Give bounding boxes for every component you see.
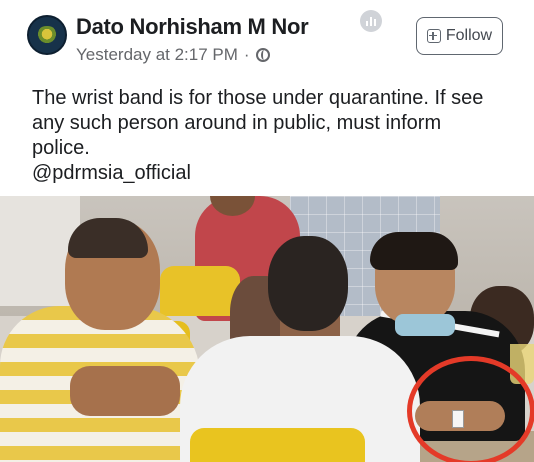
follow-label: Follow [445, 27, 493, 44]
avatar[interactable] [27, 15, 67, 55]
post-text: The wrist band is for those under quaran… [32, 86, 502, 186]
follow-button[interactable]: Follow [416, 17, 503, 55]
globe-icon [255, 48, 270, 62]
post-photo[interactable] [0, 196, 534, 462]
follow-plus-icon [426, 29, 441, 43]
post-header: Dato Norhisham M Nor Yesterday at 2:17 P… [0, 0, 534, 196]
post-meta: Yesterday at 2:17 PM · [76, 45, 270, 65]
meta-separator: · [243, 45, 250, 64]
post-timestamp[interactable]: Yesterday at 2:17 PM [76, 45, 238, 65]
photo-chair [190, 428, 365, 462]
photo-face-mask [395, 314, 455, 336]
stats-icon[interactable] [360, 10, 382, 32]
photo-man-right-hair [370, 232, 458, 270]
post-text-body: The wrist band is for those under quaran… [32, 87, 484, 159]
photo-man-center-head [268, 236, 348, 331]
post-text-mention[interactable]: @pdrmsia_official [32, 161, 502, 186]
photo-man-left-arm [70, 366, 180, 416]
photo-chair [160, 266, 240, 316]
highlight-circle [407, 356, 534, 462]
post-author[interactable]: Dato Norhisham M Nor [76, 14, 309, 40]
